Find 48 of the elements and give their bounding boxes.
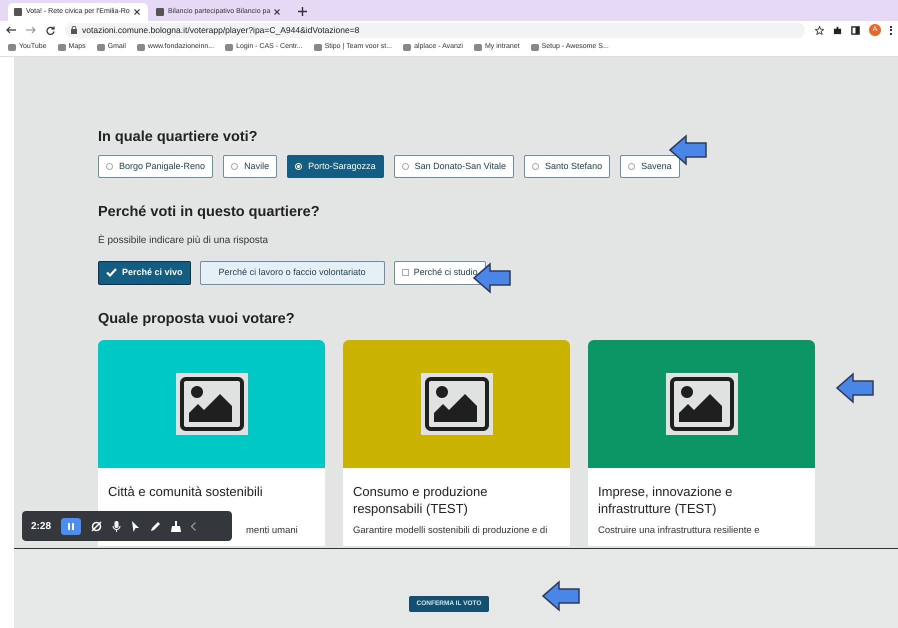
section-heading: Quale proposta vuoi votare? bbox=[98, 310, 296, 328]
timer-text: 2:28 bbox=[31, 520, 52, 534]
district-radio[interactable]: San Donato-San Vitale bbox=[394, 154, 514, 178]
proposal-card[interactable]: Consumo e produzione responsabili (TEST) Garantire modelli sostenibili di produzione e di bbox=[343, 340, 570, 546]
card-title: Città e comunità sostenibili bbox=[108, 483, 264, 500]
lock-icon bbox=[71, 26, 77, 34]
checkmark-icon bbox=[106, 268, 117, 277]
card-description: Costruire una infrastruttura resiliente e bbox=[598, 524, 760, 538]
pause-button[interactable] bbox=[61, 518, 82, 534]
district-radio[interactable]: Santo Stefano bbox=[524, 154, 610, 178]
card-title: Consumo e produzione responsabili (TEST) bbox=[353, 483, 488, 518]
arrow-icon bbox=[541, 580, 581, 612]
card-description: Garantire modelli sostenibili di produzione e di bbox=[353, 524, 548, 538]
tab-favicon-icon bbox=[156, 8, 164, 16]
reason-checkbox[interactable]: Perché ci studio bbox=[394, 260, 486, 284]
tab-favicon-icon bbox=[14, 8, 22, 16]
image-icon bbox=[666, 373, 738, 436]
arrow-icon bbox=[835, 372, 875, 404]
hint-text: È possibile indicare più di una risposta bbox=[98, 233, 270, 248]
address-bar[interactable]: votazioni.comune.bologna.it/voterapp/player?ipa=C_A944&idVotazione=8 bbox=[65, 22, 805, 38]
sidebar-icon[interactable] bbox=[851, 26, 860, 34]
image-icon bbox=[420, 373, 492, 436]
close-icon[interactable] bbox=[274, 9, 280, 15]
card-title: Imprese, innovazione e infrastrutture (TEST) bbox=[598, 483, 734, 518]
microphone-icon[interactable] bbox=[112, 520, 122, 532]
reason-checkbox[interactable]: Perché ci lavoro o faccio volontariato bbox=[200, 260, 385, 284]
section-heading: In quale quartiere voti? bbox=[98, 128, 259, 147]
brush-icon[interactable] bbox=[171, 520, 182, 532]
close-icon[interactable] bbox=[134, 9, 140, 15]
reload-icon[interactable] bbox=[46, 26, 55, 34]
back-icon[interactable] bbox=[6, 26, 16, 34]
collapse-icon[interactable] bbox=[191, 522, 196, 530]
district-radio[interactable]: Porto-Saragozza bbox=[287, 154, 384, 178]
proposal-card[interactable]: Imprese, innovazione e infrastrutture (TEST) Costruire una infrastruttura resiliente e bbox=[588, 340, 815, 546]
forward-icon[interactable] bbox=[26, 26, 36, 34]
card-description: menti umani bbox=[246, 524, 298, 538]
reason-checkbox[interactable]: Perché ci vivo bbox=[98, 260, 191, 284]
url-text: votazioni.comune.bologna.it/voterapp/player?ipa=C_A944&idVotazione=8 bbox=[82, 24, 360, 36]
section-heading: Perché voti in questo quartiere? bbox=[98, 202, 321, 222]
proposal-card[interactable]: Città e comunità sostenibili menti umani bbox=[98, 340, 325, 546]
district-radio[interactable]: Navile bbox=[223, 154, 278, 178]
add-icon[interactable] bbox=[298, 7, 307, 16]
pointer-icon[interactable] bbox=[131, 520, 140, 532]
district-radio[interactable]: Borgo Panigale-Reno bbox=[98, 154, 214, 178]
star-icon[interactable] bbox=[815, 26, 824, 34]
pen-icon[interactable] bbox=[150, 520, 162, 532]
district-radio[interactable]: Savena bbox=[620, 154, 680, 178]
image-icon bbox=[176, 373, 248, 436]
